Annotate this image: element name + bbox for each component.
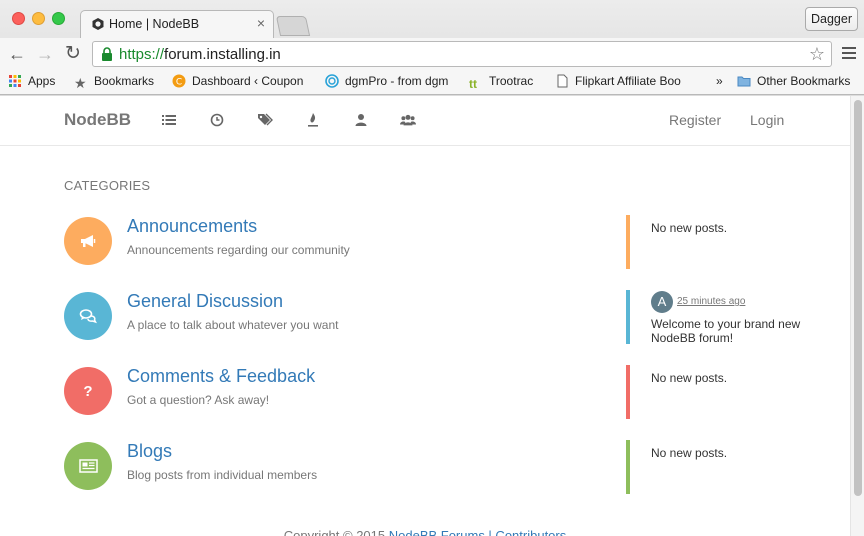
category-color-bar: [626, 215, 630, 269]
close-window-button[interactable]: [12, 12, 25, 25]
bookmarks-bar: Apps ★ Bookmarks C Dashboard ‹ Coupon dgm…: [0, 70, 864, 95]
browser-toolbar: ← → ↻ https://forum.installing.in ☆: [0, 38, 864, 70]
bookmark-trootrac[interactable]: tt Trootrac: [469, 74, 533, 91]
category-title[interactable]: General Discussion: [127, 291, 283, 312]
footer: Copyright © 2015 NodeBB Forums | Contrib…: [0, 528, 850, 536]
back-arrow-icon[interactable]: ←: [6, 43, 28, 65]
page-icon: [557, 74, 568, 88]
profile-button[interactable]: Dagger: [805, 7, 858, 31]
bookmark-flipkart[interactable]: Flipkart Affiliate Boo: [555, 74, 681, 88]
category-description: Blog posts from individual members: [127, 468, 318, 482]
coupon-icon: C: [172, 74, 186, 88]
lock-icon: [102, 47, 112, 61]
login-link[interactable]: Login: [750, 112, 784, 128]
browser-tab[interactable]: Home | NodeBB ×: [80, 10, 274, 38]
bookmark-label: Other Bookmarks: [757, 74, 851, 88]
title-bar: Home | NodeBB × Dagger: [0, 0, 864, 38]
category-description: Got a question? Ask away!: [127, 393, 270, 407]
brand-logo[interactable]: NodeBB: [64, 110, 131, 130]
bookmark-label: Flipkart Affiliate Boo: [575, 74, 681, 88]
groups-icon[interactable]: [400, 112, 416, 128]
svg-text:C: C: [176, 78, 182, 88]
bookmark-dashboard-coupon[interactable]: C Dashboard ‹ Coupon: [172, 74, 303, 88]
category-comments-feedback: ? Comments & Feedback Got a question? As…: [64, 365, 824, 427]
forward-arrow-icon[interactable]: →: [34, 43, 56, 65]
latest-post: A 25 minutes ago Welcome to your brand ne…: [651, 291, 801, 345]
category-blogs: Blogs Blog posts from individual members…: [64, 440, 824, 502]
category-color-bar: [626, 365, 630, 419]
footer-link[interactable]: NodeBB Forums | Contributors: [389, 528, 567, 536]
bookmark-dgmpro[interactable]: dgmPro - from dgm: [325, 74, 448, 88]
new-tab-button[interactable]: [275, 16, 311, 36]
category-color-bar: [626, 440, 630, 494]
category-announcements: Announcements Announcements regarding ou…: [64, 215, 824, 277]
browser-chrome: Home | NodeBB × Dagger ← → ↻ https://for…: [0, 0, 864, 96]
category-color-bar: [626, 290, 630, 344]
category-description: A place to talk about whatever you want: [127, 318, 339, 332]
question-icon[interactable]: ?: [64, 367, 112, 415]
url-text: https://forum.installing.in: [119, 46, 281, 63]
apps-grid-icon: [9, 75, 21, 87]
minimize-window-button[interactable]: [32, 12, 45, 25]
latest-post: No new posts.: [651, 371, 728, 385]
bookmark-other[interactable]: Other Bookmarks: [737, 74, 850, 88]
newspaper-icon[interactable]: [64, 442, 112, 490]
page-content: NodeBB Register Login CATEGORIES Announc…: [0, 96, 850, 536]
reload-icon[interactable]: ↻: [62, 43, 84, 65]
clock-icon[interactable]: [209, 112, 225, 128]
tags-icon[interactable]: [257, 112, 273, 128]
site-header: NodeBB Register Login: [0, 96, 850, 146]
post-timestamp-link[interactable]: 25 minutes ago: [677, 296, 745, 307]
url-host: forum.installing.in: [164, 46, 281, 63]
zoom-window-button[interactable]: [52, 12, 65, 25]
folder-icon: [737, 76, 751, 87]
bookmark-label: Dashboard ‹ Coupon: [192, 74, 304, 88]
categories-heading: CATEGORIES: [64, 178, 151, 193]
avatar[interactable]: A: [651, 291, 673, 313]
tab-title: Home | NodeBB: [109, 17, 200, 31]
bookmarks-overflow-chevron[interactable]: »: [716, 74, 723, 88]
bullhorn-icon[interactable]: [64, 217, 112, 265]
latest-post-text[interactable]: Welcome to your brand new NodeBB forum!: [651, 317, 801, 345]
bookmark-star-icon[interactable]: ☆: [809, 44, 825, 65]
category-title[interactable]: Comments & Feedback: [127, 366, 315, 387]
tab-close-icon[interactable]: ×: [257, 15, 265, 31]
star-icon: ★: [74, 75, 87, 91]
dgm-icon: [325, 74, 339, 88]
user-icon[interactable]: [353, 112, 369, 128]
popular-fire-icon[interactable]: [305, 112, 321, 128]
categories-list-icon[interactable]: [161, 112, 177, 128]
bookmark-label: dgmPro - from dgm: [345, 74, 449, 88]
category-general-discussion: General Discussion A place to talk about…: [64, 290, 824, 352]
copyright-text: Copyright © 2015: [283, 528, 389, 536]
url-scheme: https://: [119, 46, 165, 63]
bookmark-label: Trootrac: [489, 74, 534, 88]
page-scrollbar[interactable]: [850, 96, 864, 536]
latest-post: No new posts.: [651, 221, 728, 235]
latest-post: No new posts.: [651, 446, 728, 460]
bookmark-bookmarks[interactable]: ★ Bookmarks: [74, 74, 154, 90]
register-link[interactable]: Register: [669, 112, 721, 128]
bookmark-label: Apps: [28, 74, 56, 88]
browser-menu-icon[interactable]: [842, 47, 856, 62]
bookmark-label: Bookmarks: [94, 74, 155, 88]
comments-icon[interactable]: [64, 292, 112, 340]
category-title[interactable]: Blogs: [127, 441, 172, 462]
bookmark-apps[interactable]: Apps: [8, 74, 55, 88]
nodebb-favicon-icon: [92, 18, 104, 30]
category-title[interactable]: Announcements: [127, 216, 257, 237]
address-bar[interactable]: https://forum.installing.in ☆: [92, 41, 832, 67]
scrollbar-thumb[interactable]: [854, 100, 862, 496]
category-description: Announcements regarding our community: [127, 243, 350, 257]
trootrac-icon: tt: [469, 77, 477, 91]
